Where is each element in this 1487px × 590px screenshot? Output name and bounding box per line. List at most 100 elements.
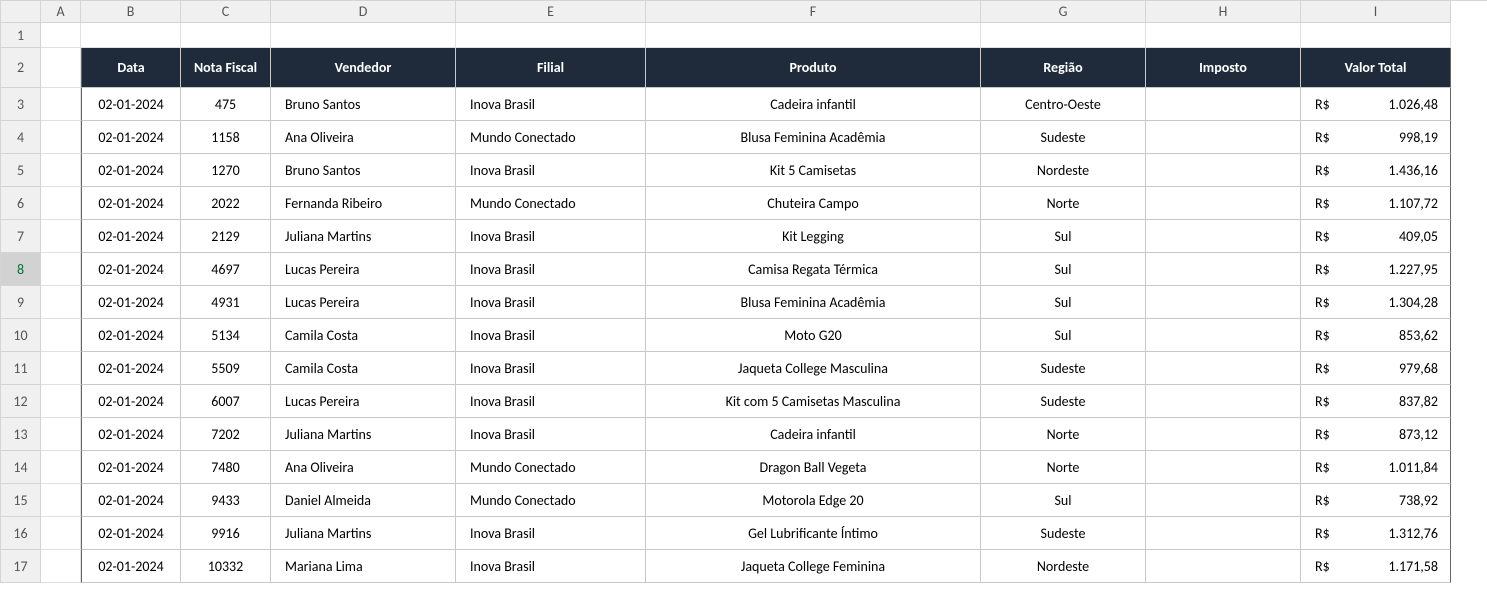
cell-G17[interactable]: Nordeste (981, 550, 1146, 583)
spreadsheet-grid[interactable]: ABCDEFGHI12DataNota FiscalVendedorFilial… (0, 0, 1487, 583)
cell-C15[interactable]: 9433 (181, 484, 271, 517)
cell-C9[interactable]: 4931 (181, 286, 271, 319)
cell-D11[interactable]: Camila Costa (271, 352, 456, 385)
cell-G11[interactable]: Sudeste (981, 352, 1146, 385)
row-header-13[interactable]: 13 (1, 418, 41, 451)
cell-E17[interactable]: Inova Brasil (456, 550, 646, 583)
cell-C11[interactable]: 5509 (181, 352, 271, 385)
cell-G16[interactable]: Sudeste (981, 517, 1146, 550)
column-header-E[interactable]: E (456, 1, 646, 23)
cell-E7[interactable]: Inova Brasil (456, 220, 646, 253)
cell-B12[interactable]: 02-01-2024 (81, 385, 181, 418)
cell-B10[interactable]: 02-01-2024 (81, 319, 181, 352)
cell-F6[interactable]: Chuteira Campo (646, 187, 981, 220)
cell-H15[interactable] (1146, 484, 1301, 517)
row-header-15[interactable]: 15 (1, 484, 41, 517)
cell-A12[interactable] (41, 385, 81, 418)
cell-H6[interactable] (1146, 187, 1301, 220)
cell-G6[interactable]: Norte (981, 187, 1146, 220)
cell-I6[interactable]: R$1.107,72 (1301, 187, 1451, 220)
cell-G8[interactable]: Sul (981, 253, 1146, 286)
cell-H11[interactable] (1146, 352, 1301, 385)
row-header-8[interactable]: 8 (1, 253, 41, 286)
cell-H5[interactable] (1146, 154, 1301, 187)
cell-A13[interactable] (41, 418, 81, 451)
row-header-9[interactable]: 9 (1, 286, 41, 319)
cell-G10[interactable]: Sul (981, 319, 1146, 352)
cell-D10[interactable]: Camila Costa (271, 319, 456, 352)
cell-C17[interactable]: 10332 (181, 550, 271, 583)
cell-D13[interactable]: Juliana Martins (271, 418, 456, 451)
cell-G7[interactable]: Sul (981, 220, 1146, 253)
cell-D3[interactable]: Bruno Santos (271, 88, 456, 121)
row-header-3[interactable]: 3 (1, 88, 41, 121)
cell-H10[interactable] (1146, 319, 1301, 352)
table-header-G[interactable]: Região (981, 48, 1146, 88)
cell-D6[interactable]: Fernanda Ribeiro (271, 187, 456, 220)
cell-I16[interactable]: R$1.312,76 (1301, 517, 1451, 550)
cell-B11[interactable]: 02-01-2024 (81, 352, 181, 385)
cell-C6[interactable]: 2022 (181, 187, 271, 220)
cell-A3[interactable] (41, 88, 81, 121)
cell-F13[interactable]: Cadeira infantil (646, 418, 981, 451)
cell-D5[interactable]: Bruno Santos (271, 154, 456, 187)
row-header-16[interactable]: 16 (1, 517, 41, 550)
cell-I11[interactable]: R$979,68 (1301, 352, 1451, 385)
cell-D4[interactable]: Ana Oliveira (271, 121, 456, 154)
cell-E10[interactable]: Inova Brasil (456, 319, 646, 352)
cell-G15[interactable]: Sul (981, 484, 1146, 517)
cell-I10[interactable]: R$853,62 (1301, 319, 1451, 352)
row-header-7[interactable]: 7 (1, 220, 41, 253)
cell-H8[interactable] (1146, 253, 1301, 286)
cell-G1[interactable] (981, 23, 1146, 48)
column-header-D[interactable]: D (271, 1, 456, 23)
row-header-6[interactable]: 6 (1, 187, 41, 220)
cell-A10[interactable] (41, 319, 81, 352)
cell-I15[interactable]: R$738,92 (1301, 484, 1451, 517)
cell-F15[interactable]: Motorola Edge 20 (646, 484, 981, 517)
table-header-I[interactable]: Valor Total (1301, 48, 1451, 88)
column-header-I[interactable]: I (1301, 1, 1451, 23)
cell-D8[interactable]: Lucas Pereira (271, 253, 456, 286)
cell-E16[interactable]: Inova Brasil (456, 517, 646, 550)
cell-F17[interactable]: Jaqueta College Feminina (646, 550, 981, 583)
cell-F12[interactable]: Kit com 5 Camisetas Masculina (646, 385, 981, 418)
cell-E14[interactable]: Mundo Conectado (456, 451, 646, 484)
cell-I3[interactable]: R$1.026,48 (1301, 88, 1451, 121)
table-header-C[interactable]: Nota Fiscal (181, 48, 271, 88)
cell-F1[interactable] (646, 23, 981, 48)
cell-I8[interactable]: R$1.227,95 (1301, 253, 1451, 286)
cell-A9[interactable] (41, 286, 81, 319)
cell-D7[interactable]: Juliana Martins (271, 220, 456, 253)
row-header-17[interactable]: 17 (1, 550, 41, 583)
cell-A4[interactable] (41, 121, 81, 154)
cell-B5[interactable]: 02-01-2024 (81, 154, 181, 187)
cell-F3[interactable]: Cadeira infantil (646, 88, 981, 121)
row-header-5[interactable]: 5 (1, 154, 41, 187)
cell-H13[interactable] (1146, 418, 1301, 451)
cell-E3[interactable]: Inova Brasil (456, 88, 646, 121)
cell-B15[interactable]: 02-01-2024 (81, 484, 181, 517)
cell-A17[interactable] (41, 550, 81, 583)
row-header-2[interactable]: 2 (1, 48, 41, 88)
cell-I1[interactable] (1301, 23, 1451, 48)
cell-C5[interactable]: 1270 (181, 154, 271, 187)
cell-F7[interactable]: Kit Legging (646, 220, 981, 253)
cell-H3[interactable] (1146, 88, 1301, 121)
cell-D12[interactable]: Lucas Pereira (271, 385, 456, 418)
cell-D16[interactable]: Juliana Martins (271, 517, 456, 550)
cell-C13[interactable]: 7202 (181, 418, 271, 451)
row-header-12[interactable]: 12 (1, 385, 41, 418)
cell-B7[interactable]: 02-01-2024 (81, 220, 181, 253)
cell-B3[interactable]: 02-01-2024 (81, 88, 181, 121)
column-header-F[interactable]: F (646, 1, 981, 23)
cell-G13[interactable]: Norte (981, 418, 1146, 451)
cell-A5[interactable] (41, 154, 81, 187)
cell-F10[interactable]: Moto G20 (646, 319, 981, 352)
cell-H14[interactable] (1146, 451, 1301, 484)
cell-C8[interactable]: 4697 (181, 253, 271, 286)
cell-H17[interactable] (1146, 550, 1301, 583)
cell-G3[interactable]: Centro-Oeste (981, 88, 1146, 121)
column-header-B[interactable]: B (81, 1, 181, 23)
cell-C7[interactable]: 2129 (181, 220, 271, 253)
